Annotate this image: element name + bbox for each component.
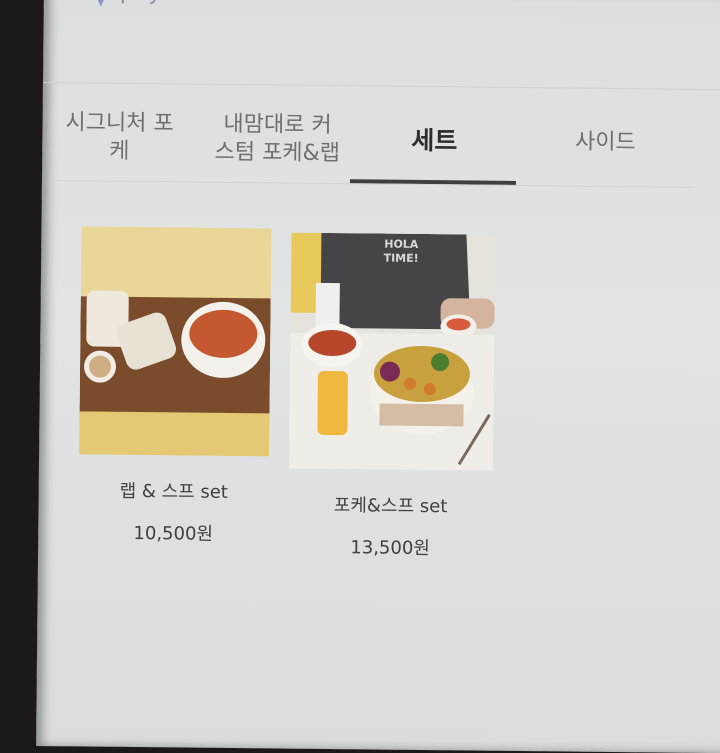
- tab-side[interactable]: 사이드: [530, 101, 681, 185]
- svg-text:TIME!: TIME!: [384, 252, 419, 265]
- kiosk-screen: payhere 시그니처 포 케 내맘대로 커 스텀 포케&랩 세트 사이드: [36, 0, 720, 753]
- product-name: 포케&스프 set: [333, 495, 448, 518]
- poke-soup-photo-icon: HOLA TIME!: [288, 232, 496, 471]
- brand-name: payhere: [120, 0, 214, 5]
- header-divider: [42, 81, 720, 91]
- tab-custom-poke-wrap[interactable]: 내맘대로 커 스텀 포케&랩: [202, 98, 353, 182]
- product-card-poke-soup[interactable]: HOLA TIME! 포케&스프 set 13,500원: [288, 232, 496, 561]
- tab-signature-poke[interactable]: 시그니처 포 케: [54, 96, 185, 179]
- hola-time-text: HOLA: [384, 238, 419, 251]
- product-price: 13,500원: [350, 537, 431, 560]
- wrap-soup-photo-icon: [79, 226, 272, 457]
- logo-mark-icon: [91, 0, 110, 7]
- product-name: 랩 & 스프 set: [119, 480, 229, 503]
- brand-logo: payhere: [90, 0, 214, 10]
- tab-set[interactable]: 세트: [354, 99, 515, 183]
- category-tabs: 시그니처 포 케 내맘대로 커 스텀 포케&랩 세트 사이드: [53, 96, 695, 199]
- product-card-wrap-soup[interactable]: 랩 & 스프 set 10,500원: [78, 226, 272, 546]
- product-price: 10,500원: [133, 522, 214, 545]
